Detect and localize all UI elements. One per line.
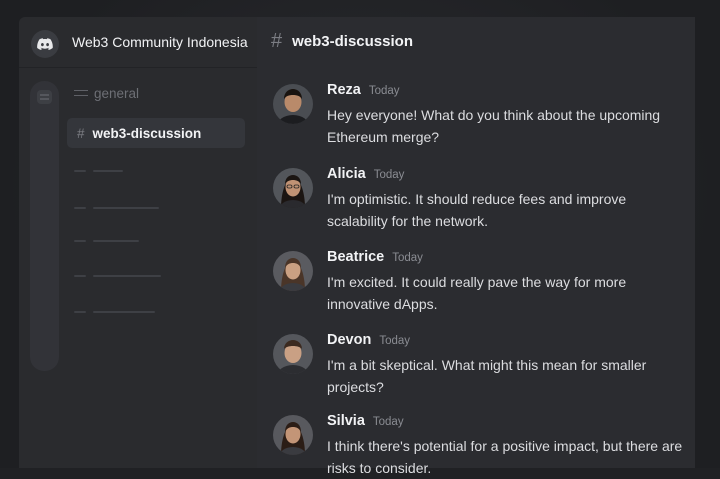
message-header: Devon Today	[327, 332, 410, 348]
channel-sidebar: Web3 Community Indonesia general # web3-…	[19, 17, 257, 468]
message-header: Reza Today	[327, 82, 400, 98]
message-header: Silvia Today	[327, 413, 404, 429]
message-text: I think there's potential for a positive…	[327, 438, 683, 476]
message-text: I'm optimistic. It should reduce fees an…	[327, 191, 627, 229]
channel-title: web3-discussion	[292, 32, 413, 50]
channel-label: web3-discussion	[92, 125, 202, 141]
discord-icon[interactable]	[31, 30, 59, 58]
server-header[interactable]: Web3 Community Indonesia	[19, 17, 257, 68]
server-name: Web3 Community Indonesia	[72, 34, 248, 50]
message-header: Alicia Today	[327, 166, 404, 182]
avatar[interactable]	[273, 415, 313, 455]
message-text: I'm excited. It could really pave the wa…	[327, 274, 627, 312]
message-timestamp: Today	[368, 85, 400, 97]
avatar[interactable]	[273, 168, 313, 208]
avatar[interactable]	[273, 251, 313, 291]
channel-label: general	[94, 85, 140, 101]
message-author[interactable]: Devon	[327, 332, 371, 348]
message-text: Hey everyone! What do you think about th…	[327, 107, 661, 145]
chat-panel: # web3-discussion Reza Today Hey everyon…	[257, 17, 695, 476]
message-header: Beatrice Today	[327, 249, 423, 265]
app-window: Web3 Community Indonesia general # web3-…	[0, 0, 720, 476]
channel-item-general[interactable]: general	[74, 78, 139, 108]
message-author[interactable]: Reza	[327, 82, 361, 98]
channel-item-web3-discussion[interactable]: # web3-discussion	[67, 118, 245, 148]
message-author[interactable]: Silvia	[327, 413, 365, 429]
text-channel-icon	[74, 89, 88, 98]
message-timestamp: Today	[372, 416, 404, 428]
message-text: I'm a bit skeptical. What might this mea…	[327, 357, 647, 395]
message-timestamp: Today	[392, 252, 423, 264]
hash-icon: #	[271, 29, 283, 52]
menu-icon[interactable]	[37, 90, 52, 104]
avatar[interactable]	[273, 334, 313, 374]
server-rail	[30, 81, 59, 371]
avatar[interactable]	[273, 84, 313, 124]
message-author[interactable]: Beatrice	[327, 249, 384, 265]
message-timestamp: Today	[373, 169, 405, 181]
hash-icon: #	[77, 125, 85, 141]
chat-header: # web3-discussion	[257, 17, 695, 65]
message-author[interactable]: Alicia	[327, 166, 366, 182]
message-timestamp: Today	[379, 335, 411, 347]
